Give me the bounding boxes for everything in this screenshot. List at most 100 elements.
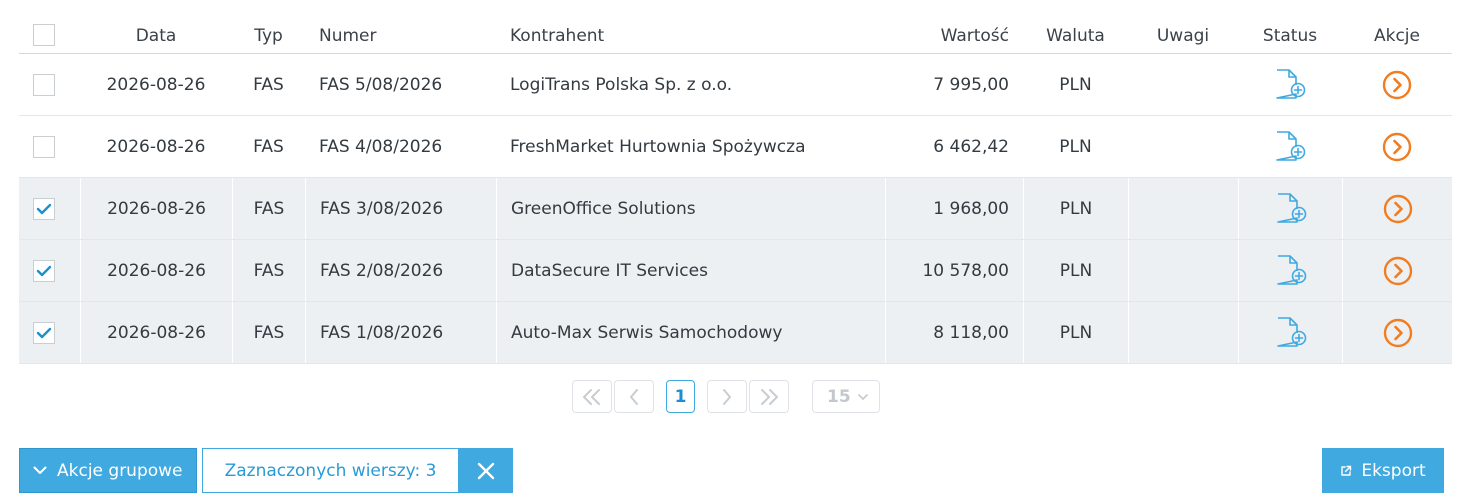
page-size-value: 15 xyxy=(827,386,851,407)
bulk-actions-button[interactable]: Akcje grupowe xyxy=(19,448,197,493)
chevron-left-icon xyxy=(630,388,638,405)
arrow-circle-right-icon[interactable] xyxy=(1383,256,1413,286)
prev-page-button[interactable] xyxy=(614,380,654,413)
cell-waluta: PLN xyxy=(1023,240,1128,301)
checkmark-icon xyxy=(36,327,52,338)
document-add-icon[interactable] xyxy=(1272,130,1308,164)
double-chevron-right-icon xyxy=(761,388,778,405)
row-checkbox-cell xyxy=(19,54,80,115)
table-body: 2026-08-26 FAS FAS 5/08/2026 LogiTrans P… xyxy=(19,54,1452,364)
checkmark-icon xyxy=(36,265,52,276)
cell-uwagi xyxy=(1128,54,1238,115)
arrow-circle-right-svg xyxy=(1383,256,1412,285)
row-checkbox[interactable] xyxy=(33,73,55,96)
cell-data: 2026-08-26 xyxy=(80,178,232,239)
cell-typ: FAS xyxy=(232,178,305,239)
arrow-circle-right-svg xyxy=(1382,70,1412,99)
cell-data: 2026-08-26 xyxy=(106,74,206,95)
cell-akcje xyxy=(1342,240,1452,301)
chevron-right-icon xyxy=(723,388,731,405)
table-row[interactable]: 2026-08-26 FAS FAS 3/08/2026 GreenOffice… xyxy=(19,178,1452,240)
column-header-data[interactable]: Data xyxy=(80,18,232,53)
row-checkbox[interactable] xyxy=(33,321,55,344)
cell-typ: FAS xyxy=(232,302,305,363)
cell-waluta: PLN xyxy=(1023,302,1128,363)
arrow-circle-right-svg xyxy=(1383,318,1412,347)
cell-akcje xyxy=(1342,178,1452,239)
cell-typ: FAS xyxy=(253,74,284,95)
cell-wartosc: 10 578,00 xyxy=(885,240,1023,301)
clear-selection-button[interactable] xyxy=(459,448,513,493)
row-checkbox-cell xyxy=(19,178,80,239)
last-page-button[interactable] xyxy=(749,380,789,413)
table-row[interactable]: 2026-08-26 FAS FAS 2/08/2026 DataSecure … xyxy=(19,240,1452,302)
row-checkbox[interactable] xyxy=(33,259,55,282)
table-row[interactable]: 2026-08-26 FAS FAS 1/08/2026 Auto-Max Se… xyxy=(19,302,1452,364)
export-button[interactable]: Eksport xyxy=(1322,448,1444,493)
column-header-status[interactable]: Status xyxy=(1238,18,1342,53)
table-row[interactable]: 2026-08-26 FAS FAS 4/08/2026 FreshMarket… xyxy=(19,116,1452,178)
column-header-waluta[interactable]: Waluta xyxy=(1023,18,1128,53)
cell-numer: FAS 4/08/2026 xyxy=(319,136,443,157)
document-add-icon-svg xyxy=(1276,254,1306,285)
cell-numer: FAS 2/08/2026 xyxy=(305,240,496,301)
cell-uwagi xyxy=(1128,178,1238,239)
document-add-icon[interactable] xyxy=(1273,316,1309,350)
cell-kontrahent: FreshMarket Hurtownia Spożywcza xyxy=(510,136,806,157)
cell-akcje xyxy=(1342,116,1452,177)
column-header-typ[interactable]: Typ xyxy=(232,18,305,53)
cell-akcje xyxy=(1342,54,1452,115)
first-page-button[interactable] xyxy=(572,380,612,413)
cell-status xyxy=(1238,178,1342,239)
cell-typ: FAS xyxy=(232,240,305,301)
chevron-down-icon xyxy=(33,466,47,474)
arrow-circle-right-icon[interactable] xyxy=(1382,70,1412,100)
close-icon xyxy=(477,462,495,479)
cell-numer: FAS 1/08/2026 xyxy=(305,302,496,363)
export-label: Eksport xyxy=(1361,460,1426,481)
external-link-icon xyxy=(1341,465,1352,476)
page-size-select[interactable]: 15 xyxy=(812,380,880,413)
arrow-circle-right-icon[interactable] xyxy=(1383,194,1413,224)
bulk-actions-label: Akcje grupowe xyxy=(57,460,183,481)
cell-numer: FAS 5/08/2026 xyxy=(319,74,443,95)
cell-kontrahent: Auto-Max Serwis Samochodowy xyxy=(496,302,885,363)
column-header-numer[interactable]: Numer xyxy=(305,18,496,53)
row-checkbox-cell xyxy=(19,240,80,301)
cell-kontrahent: LogiTrans Polska Sp. z o.o. xyxy=(510,74,733,95)
document-add-icon[interactable] xyxy=(1273,254,1309,288)
document-add-icon[interactable] xyxy=(1273,192,1309,226)
next-page-button[interactable] xyxy=(707,380,747,413)
cell-waluta: PLN xyxy=(1023,178,1128,239)
column-header-kontrahent[interactable]: Kontrahent xyxy=(496,18,885,53)
arrow-circle-right-icon[interactable] xyxy=(1382,132,1412,162)
cell-wartosc: 1 968,00 xyxy=(885,178,1023,239)
cell-wartosc: 6 462,42 xyxy=(933,136,1009,157)
document-add-icon-svg xyxy=(1276,316,1306,347)
select-all-checkbox[interactable] xyxy=(33,23,55,46)
cell-status xyxy=(1238,54,1342,115)
document-add-icon[interactable] xyxy=(1272,68,1308,102)
column-header-wartosc[interactable]: Wartość xyxy=(885,18,1023,53)
arrow-circle-right-icon[interactable] xyxy=(1383,318,1413,348)
cell-typ: FAS xyxy=(253,136,284,157)
cell-waluta: PLN xyxy=(1059,74,1092,95)
cell-status xyxy=(1238,302,1342,363)
row-checkbox[interactable] xyxy=(33,135,55,158)
header-checkbox-cell xyxy=(19,18,80,53)
table-row[interactable]: 2026-08-26 FAS FAS 5/08/2026 LogiTrans P… xyxy=(19,54,1452,116)
page-number-button[interactable]: 1 xyxy=(666,380,695,413)
row-checkbox[interactable] xyxy=(33,197,55,220)
row-checkbox-cell xyxy=(19,302,80,363)
column-header-uwagi[interactable]: Uwagi xyxy=(1128,18,1238,53)
cell-wartosc: 7 995,00 xyxy=(933,74,1009,95)
cell-data: 2026-08-26 xyxy=(80,302,232,363)
arrow-circle-right-svg xyxy=(1382,132,1412,161)
row-checkbox-cell xyxy=(19,116,80,177)
cell-uwagi xyxy=(1128,116,1238,177)
cell-uwagi xyxy=(1128,302,1238,363)
selected-rows-info: Zaznaczonych wierszy: 3 xyxy=(202,448,459,493)
cell-kontrahent: GreenOffice Solutions xyxy=(496,178,885,239)
cell-waluta: PLN xyxy=(1059,136,1092,157)
cell-status xyxy=(1238,240,1342,301)
